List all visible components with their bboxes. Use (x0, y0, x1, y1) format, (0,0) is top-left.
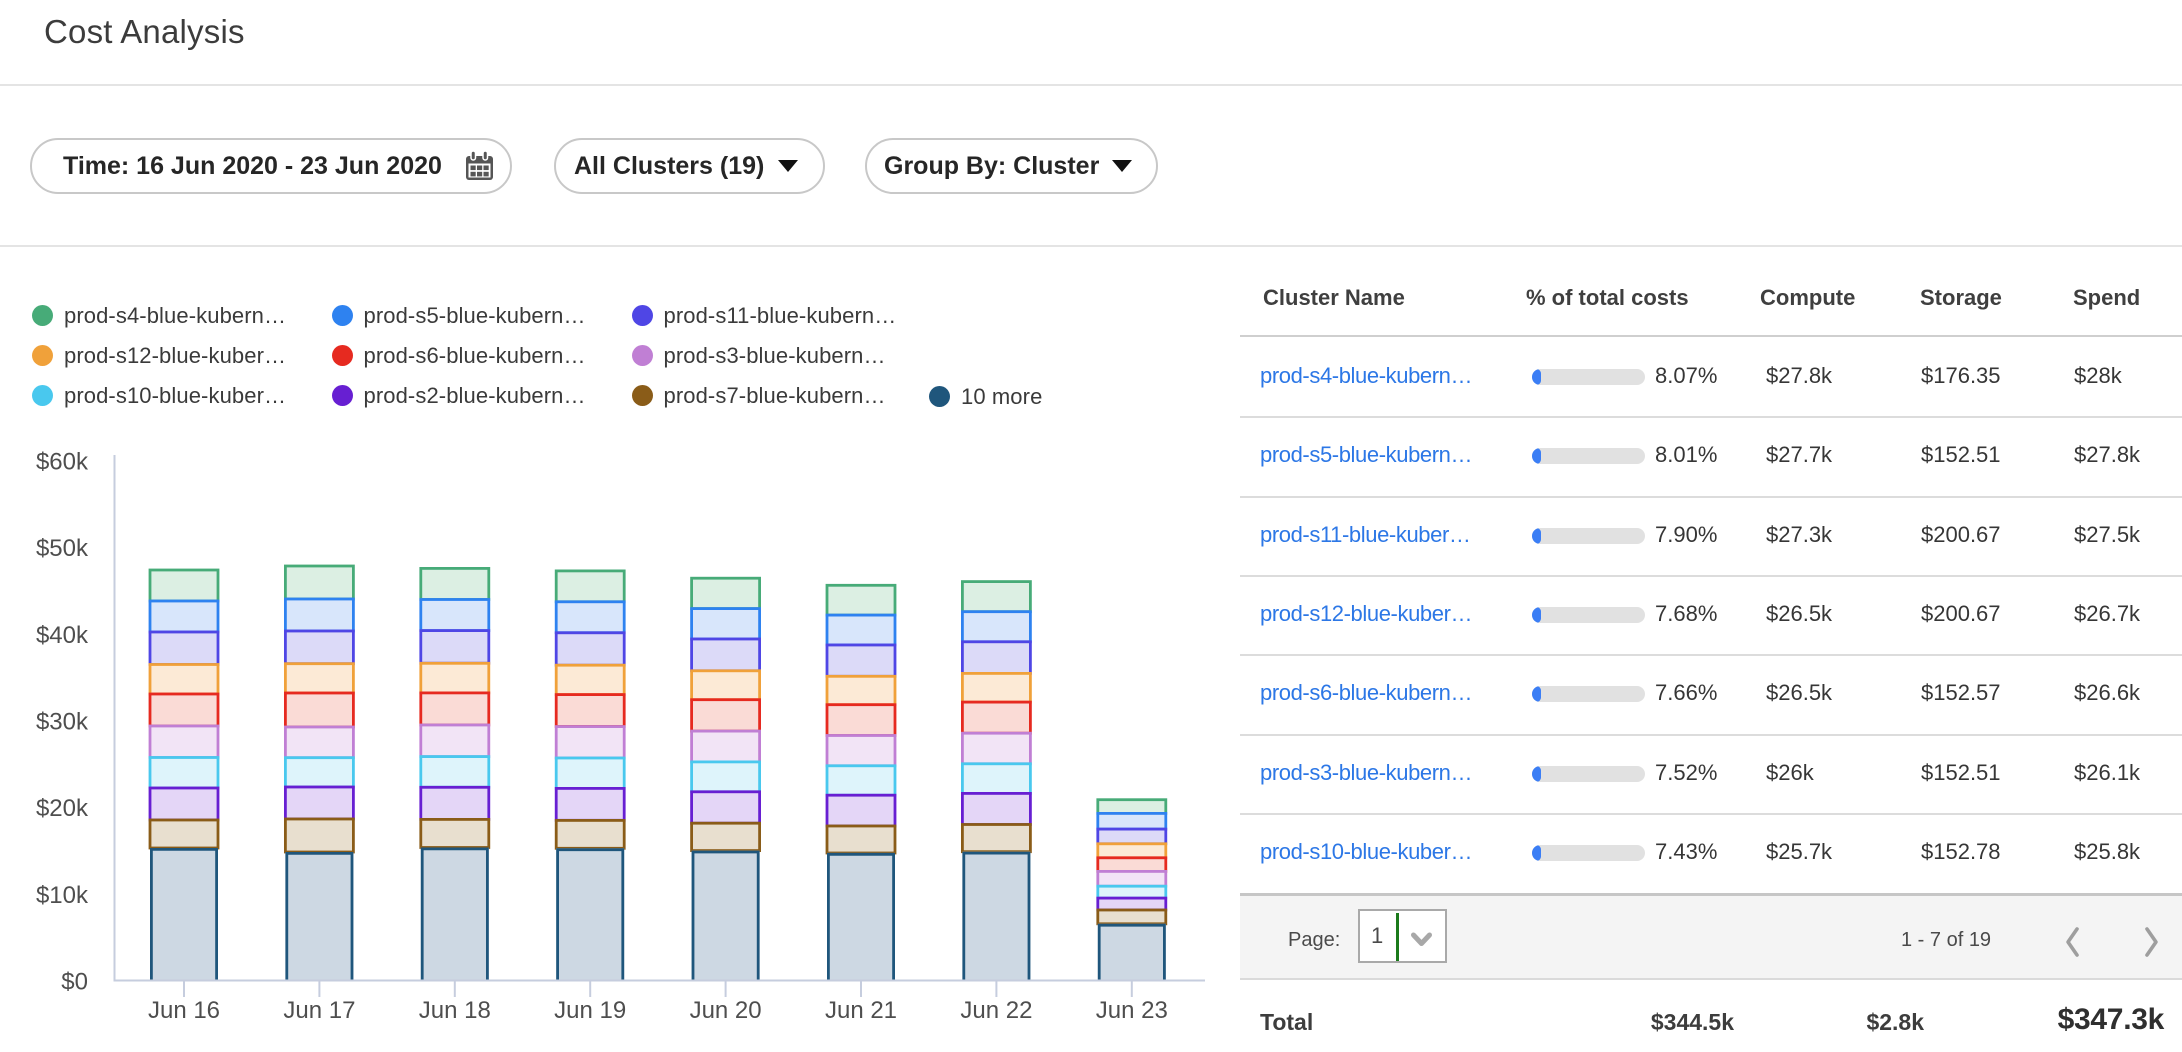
svg-text:$60k: $60k (36, 449, 89, 476)
svg-text:Jun 17: Jun 17 (283, 997, 355, 1024)
svg-text:$20k: $20k (36, 795, 89, 822)
svg-text:Jun 16: Jun 16 (148, 997, 220, 1024)
svg-text:$0: $0 (61, 969, 88, 996)
svg-text:$30k: $30k (36, 709, 89, 736)
svg-text:Jun 20: Jun 20 (690, 997, 762, 1024)
svg-text:Jun 19: Jun 19 (554, 997, 626, 1024)
svg-text:$50k: $50k (36, 535, 89, 562)
svg-text:Jun 21: Jun 21 (825, 997, 897, 1024)
svg-text:Jun 18: Jun 18 (419, 997, 491, 1024)
svg-text:$40k: $40k (36, 622, 89, 649)
svg-text:$10k: $10k (36, 882, 89, 909)
svg-text:Jun 22: Jun 22 (960, 997, 1032, 1024)
svg-text:Jun 23: Jun 23 (1096, 997, 1168, 1024)
